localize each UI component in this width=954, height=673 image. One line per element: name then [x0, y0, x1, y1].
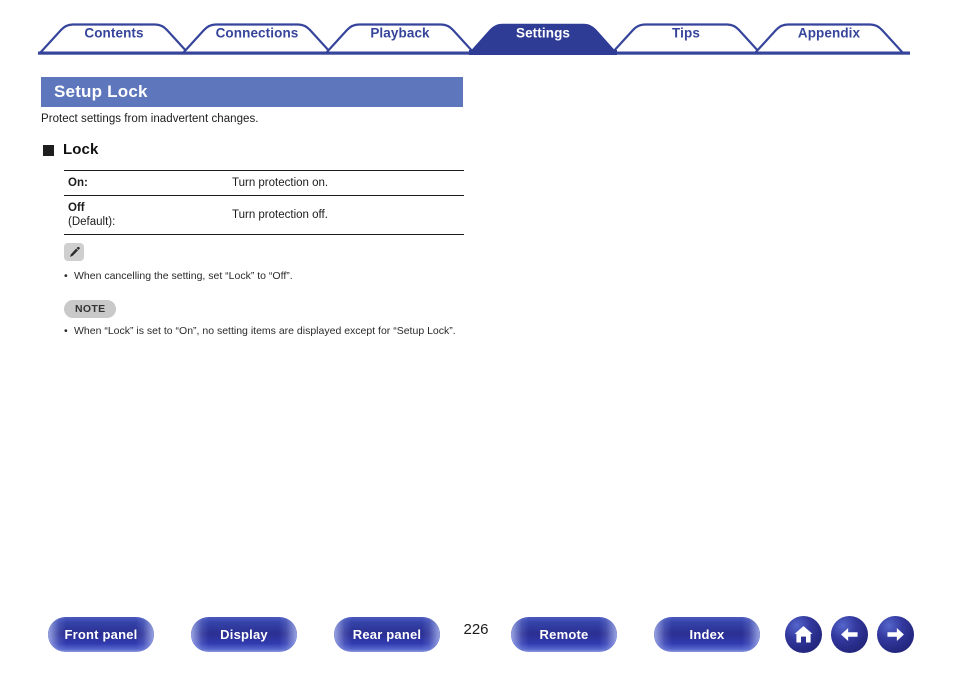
forward-button[interactable]: [877, 616, 914, 653]
display-button-label: Display: [220, 627, 268, 642]
index-button-label: Index: [689, 627, 725, 642]
home-icon: [794, 626, 813, 643]
tab-playback[interactable]: Playback: [351, 26, 449, 41]
pencil-icon: [64, 243, 84, 261]
bullet-dot-icon: •: [64, 270, 68, 282]
index-button[interactable]: Index: [654, 617, 760, 652]
tab-settings[interactable]: Settings: [494, 26, 592, 41]
top-tab-bar: Contents Connections Playback Settings T…: [0, 0, 954, 60]
option-key-cell: On:: [64, 171, 232, 196]
square-bullet-icon: [43, 145, 54, 156]
remote-button-label: Remote: [539, 627, 589, 642]
tab-appendix[interactable]: Appendix: [780, 26, 878, 41]
arrow-left-icon: [841, 627, 858, 642]
settings-options-table: On: Turn protection on. Off (Default): T…: [64, 170, 464, 235]
option-key-cell: Off (Default):: [64, 196, 232, 235]
tip-callout: • When cancelling the setting, set “Lock…: [64, 243, 464, 283]
tab-contents[interactable]: Contents: [65, 26, 163, 41]
tab-tips[interactable]: Tips: [637, 26, 735, 41]
rear-panel-button-label: Rear panel: [352, 627, 422, 642]
page-title: Setup Lock: [54, 82, 148, 101]
front-panel-button[interactable]: Front panel: [48, 617, 154, 652]
section-heading-label: Lock: [63, 141, 99, 158]
remote-button[interactable]: Remote: [511, 617, 617, 652]
bullet-dot-icon: •: [64, 325, 68, 337]
table-row: On: Turn protection on.: [64, 170, 464, 196]
section-heading: Lock: [43, 141, 98, 158]
rear-panel-button[interactable]: Rear panel: [334, 617, 440, 652]
home-button[interactable]: [785, 616, 822, 653]
back-button[interactable]: [831, 616, 868, 653]
page-intro-text: Protect settings from inadvertent change…: [41, 113, 259, 125]
tip-bullet-text: When cancelling the setting, set “Lock” …: [74, 270, 293, 282]
option-default-marker: (Default):: [68, 216, 116, 228]
tip-bullet-item: • When cancelling the setting, set “Lock…: [64, 270, 464, 283]
note-bullet-item: • When “Lock” is set to “On”, no setting…: [64, 325, 464, 338]
note-callout: NOTE • When “Lock” is set to “On”, no se…: [64, 299, 464, 338]
note-badge: NOTE: [64, 300, 117, 318]
option-name: On: [68, 177, 84, 189]
pencil-icon-glyph: [69, 246, 80, 257]
option-key-suffix: :: [83, 177, 88, 189]
page-number: 226: [463, 621, 489, 638]
front-panel-button-label: Front panel: [64, 627, 138, 642]
option-desc-cell: Turn protection off.: [232, 209, 328, 221]
arrow-right-icon: [887, 627, 904, 642]
display-button[interactable]: Display: [191, 617, 297, 652]
table-row: Off (Default): Turn protection off.: [64, 195, 464, 235]
option-desc-cell: Turn protection on.: [232, 177, 329, 189]
tab-connections[interactable]: Connections: [208, 26, 306, 41]
option-name: Off: [68, 202, 85, 214]
note-bullet-text: When “Lock” is set to “On”, no setting i…: [74, 325, 456, 337]
page-title-bar: Setup Lock: [41, 77, 463, 107]
